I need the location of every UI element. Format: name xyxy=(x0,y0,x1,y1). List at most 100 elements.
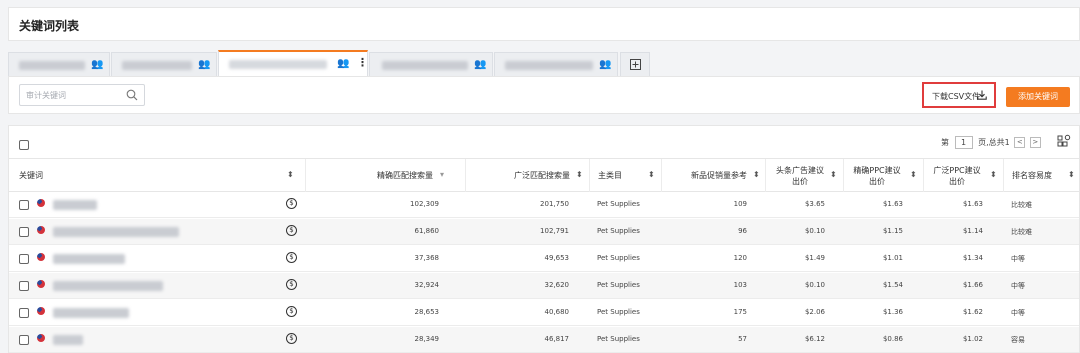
app-frame: 关键词列表 👥 👥 👥 ⋮ 👥 👥 审计关键词 下载CSV文件 添加关键词 第 … xyxy=(0,0,1080,353)
col-keyword[interactable]: 关键词 ⬍ xyxy=(9,159,305,192)
top-bid-cell: $0.10 xyxy=(804,227,825,235)
col-broad-ppc-label: 广泛PPC建议出价 xyxy=(933,165,981,186)
col-sales-ref[interactable]: 新品促销量参考 ⬍ xyxy=(661,159,765,192)
difficulty-cell: 容易 xyxy=(1011,336,1025,344)
tab-list-2[interactable]: 👥 xyxy=(111,52,217,76)
exact-search-cell: 37,368 xyxy=(414,254,440,262)
plus-square-icon xyxy=(630,59,641,70)
exact-ppc-cell: $1.01 xyxy=(882,254,903,262)
row-checkbox[interactable] xyxy=(19,227,29,237)
top-bid-cell: $2.06 xyxy=(804,308,825,316)
col-broad-search[interactable]: 广泛匹配搜索量 ⬍ xyxy=(465,159,589,192)
broad-search-cell: 46,817 xyxy=(544,335,570,343)
people-icon: 👥 xyxy=(91,59,104,70)
tab-list-4[interactable]: 👥 xyxy=(369,52,493,76)
page-header: 关键词列表 xyxy=(8,7,1080,41)
table-row[interactable]: $ 37,368 49,653 Pet Supplies 120 $1.49 $… xyxy=(9,246,1079,272)
broad-ppc-cell: $1.02 xyxy=(962,335,983,343)
top-bid-cell: $3.65 xyxy=(804,200,825,208)
difficulty-cell: 中等 xyxy=(1011,255,1025,263)
col-difficulty[interactable]: 排名容易度 ⬍ xyxy=(1003,159,1079,192)
dollar-icon[interactable]: $ xyxy=(286,198,297,209)
col-top-bid[interactable]: 头条广告建议出价 ⬍ xyxy=(765,159,843,192)
exact-ppc-cell: $1.63 xyxy=(882,200,903,208)
row-checkbox[interactable] xyxy=(19,281,29,291)
exact-ppc-cell: $0.86 xyxy=(882,335,903,343)
tab-list-3-active[interactable]: 👥 ⋮ xyxy=(218,50,368,76)
sort-icon[interactable]: ⬍ xyxy=(990,170,997,179)
search-icon[interactable] xyxy=(126,89,138,101)
sort-icon[interactable]: ⬍ xyxy=(648,170,655,179)
table-row[interactable]: $ 61,860 102,791 Pet Supplies 96 $0.10 $… xyxy=(9,219,1079,245)
table-row[interactable]: $ 28,349 46,817 Pet Supplies 57 $6.12 $0… xyxy=(9,327,1079,353)
exact-ppc-cell: $1.54 xyxy=(882,281,903,289)
category-cell: Pet Supplies xyxy=(597,281,640,289)
sort-desc-icon[interactable]: ▾ xyxy=(440,170,444,179)
difficulty-cell: 中等 xyxy=(1011,282,1025,290)
sales-ref-cell: 96 xyxy=(738,227,747,235)
col-broad-ppc[interactable]: 广泛PPC建议出价 ⬍ xyxy=(923,159,1003,192)
sort-icon[interactable]: ⬍ xyxy=(287,170,294,179)
dollar-icon[interactable]: $ xyxy=(286,279,297,290)
us-flag-icon xyxy=(37,226,45,234)
sort-icon[interactable]: ⬍ xyxy=(576,170,583,179)
dollar-icon[interactable]: $ xyxy=(286,252,297,263)
add-keyword-button[interactable]: 添加关键词 xyxy=(1006,87,1070,107)
col-exact-ppc[interactable]: 精确PPC建议出价 ⬍ xyxy=(843,159,923,192)
search-input[interactable] xyxy=(26,88,122,102)
tab-label-redacted xyxy=(229,60,327,69)
table-row[interactable]: $ 28,653 40,680 Pet Supplies 175 $2.06 $… xyxy=(9,300,1079,326)
column-settings-icon[interactable] xyxy=(1057,133,1071,152)
add-tab-button[interactable] xyxy=(620,52,650,76)
exact-ppc-cell: $1.15 xyxy=(882,227,903,235)
prev-page-button[interactable]: < xyxy=(1014,137,1026,148)
row-checkbox[interactable] xyxy=(19,308,29,318)
row-checkbox[interactable] xyxy=(19,254,29,264)
col-top-bid-label: 头条广告建议出价 xyxy=(776,165,824,186)
col-exact-search[interactable]: 精确匹配搜索量 ▾ xyxy=(305,159,465,192)
more-options-icon[interactable]: ⋮ xyxy=(357,56,368,69)
tab-list-5[interactable]: 👥 xyxy=(494,52,618,76)
col-category[interactable]: 主类目 ⬍ xyxy=(589,159,661,192)
tab-label-redacted xyxy=(505,61,593,70)
sort-icon[interactable]: ⬍ xyxy=(910,170,917,179)
sort-icon[interactable]: ⬍ xyxy=(753,170,760,179)
difficulty-cell: 中等 xyxy=(1011,309,1025,317)
table-header: 关键词 ⬍ 精确匹配搜索量 ▾ 广泛匹配搜索量 ⬍ 主类目 ⬍ 新品促销量参考 … xyxy=(9,158,1079,192)
keyword-redacted xyxy=(53,254,125,264)
row-checkbox[interactable] xyxy=(19,335,29,345)
sales-ref-cell: 175 xyxy=(733,308,747,316)
sales-ref-cell: 103 xyxy=(733,281,747,289)
broad-ppc-cell: $1.66 xyxy=(962,281,983,289)
broad-search-cell: 49,653 xyxy=(544,254,570,262)
exact-search-cell: 32,924 xyxy=(414,281,440,289)
broad-ppc-cell: $1.62 xyxy=(962,308,983,316)
search-box[interactable] xyxy=(19,84,145,106)
sort-icon[interactable]: ⬍ xyxy=(830,170,837,179)
table-row[interactable]: $ 102,309 201,750 Pet Supplies 109 $3.65… xyxy=(9,192,1079,218)
category-cell: Pet Supplies xyxy=(597,227,640,235)
dollar-icon[interactable]: $ xyxy=(286,333,297,344)
tab-list-1[interactable]: 👥 xyxy=(8,52,110,76)
dollar-icon[interactable]: $ xyxy=(286,306,297,317)
next-page-button[interactable]: > xyxy=(1029,137,1041,148)
tab-label-redacted xyxy=(122,61,192,70)
download-csv-button[interactable]: 下载CSV文件 xyxy=(922,82,996,108)
keyword-redacted xyxy=(53,335,83,345)
keyword-table-card: 第 1 页,总共1 < > 关键词 ⬍ 精确匹配搜索量 ▾ 广泛匹配搜索量 ⬍ … xyxy=(8,125,1080,353)
sales-ref-cell: 120 xyxy=(733,254,747,262)
broad-search-cell: 102,791 xyxy=(540,227,569,235)
row-checkbox[interactable] xyxy=(19,200,29,210)
dollar-icon[interactable]: $ xyxy=(286,225,297,236)
col-keyword-label: 关键词 xyxy=(19,171,43,180)
sort-icon[interactable]: ⬍ xyxy=(1068,170,1075,179)
pager-suffix: 页,总共1 xyxy=(978,138,1010,147)
broad-search-cell: 32,620 xyxy=(544,281,570,289)
tab-label-redacted xyxy=(382,61,468,70)
select-all-checkbox[interactable] xyxy=(19,140,29,150)
people-icon: 👥 xyxy=(198,59,211,70)
difficulty-cell: 比较难 xyxy=(1011,228,1032,236)
col-difficulty-label: 排名容易度 xyxy=(1012,171,1052,180)
page-number-input[interactable]: 1 xyxy=(954,136,973,149)
table-row[interactable]: $ 32,924 32,620 Pet Supplies 103 $0.10 $… xyxy=(9,273,1079,299)
